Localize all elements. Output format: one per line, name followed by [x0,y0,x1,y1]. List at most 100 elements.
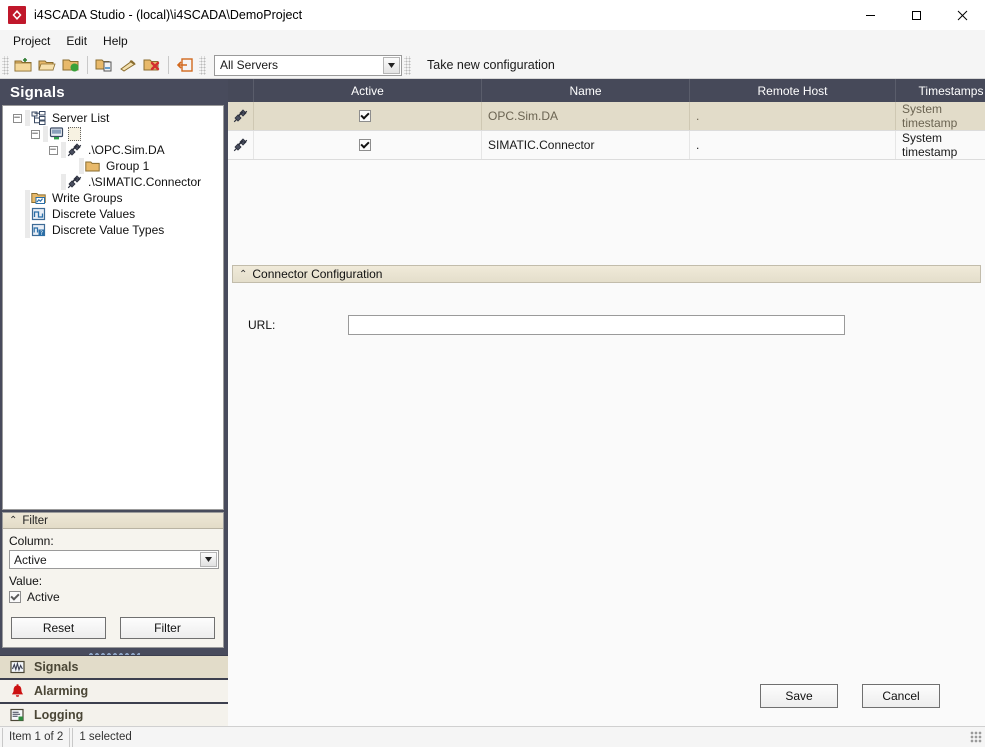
discrete-values-icon [30,206,47,222]
row-name-cell: SIMATIC.Connector [482,131,690,159]
tree-item-discrete-values[interactable]: Discrete Values [7,206,223,222]
column-header-name[interactable]: Name [482,79,690,102]
url-field-row: URL: [232,315,981,335]
signal-tree-panel[interactable]: − Server List − − .\OPC.Sim.DA Group 1 .… [2,105,224,510]
table-row[interactable]: SIMATIC.Connector . System timestamp [228,131,985,160]
status-bar: Item 1 of 2 1 selected [0,726,985,747]
tree-item-simatic-connector[interactable]: .\SIMATIC.Connector [7,174,223,190]
server-filter-value: All Servers [220,58,279,72]
sidebar-item-signals[interactable]: Signals [0,655,228,679]
chevron-up-icon[interactable]: ⌃ [9,515,17,526]
window-title: i4SCADA Studio - (local)\i4SCADA\DemoPro… [34,8,303,22]
filter-value-checkbox-label: Active [27,590,60,604]
row-connector-icon [228,131,254,159]
new-server-icon[interactable] [92,54,116,77]
import-icon[interactable] [116,54,140,77]
save-project-icon[interactable] [59,54,83,77]
resize-grip-icon[interactable] [970,731,982,743]
server-icon [48,126,65,142]
open-project-icon[interactable] [35,54,59,77]
chevron-down-icon[interactable] [383,56,400,74]
folder-icon [84,158,101,174]
signal-tree: − Server List − − .\OPC.Sim.DA Group 1 .… [3,106,223,238]
tree-spacer-4 [9,206,25,222]
connector-icon [66,174,83,190]
tree-item-opc-sim-da[interactable]: − .\OPC.Sim.DA [7,142,223,158]
row-active-cell[interactable] [254,102,482,130]
application-window: i4SCADA Studio - (local)\i4SCADA\DemoPro… [0,0,985,747]
tree-item-label-edit[interactable] [68,127,81,141]
sidebar-item-alarming[interactable]: Alarming [0,679,228,703]
column-header-active[interactable]: Active [254,79,482,102]
toolbar-separator [87,56,88,74]
sidebar-item-label: Logging [34,708,84,722]
reset-button[interactable]: Reset [11,617,106,639]
menu-edit[interactable]: Edit [58,32,95,50]
row-timestamps-cell: System timestamp [902,102,958,130]
toolbar-grip-2[interactable] [199,55,206,75]
tree-item-discrete-value-types[interactable]: ? Discrete Value Types [7,222,223,238]
connector-icon [66,142,83,158]
filter-panel-header[interactable]: ⌃ Filter [3,513,223,529]
tree-item-write-groups[interactable]: Write Groups [7,190,223,206]
column-header-timestamps[interactable]: Timestamps [896,79,985,102]
close-button[interactable] [939,0,985,30]
exit-icon[interactable] [173,54,197,77]
filter-panel-body: Column: Active Value: Active Reset Filte… [3,529,223,639]
filter-value-checkbox[interactable] [9,591,21,603]
tree-item-label: Discrete Value Types [52,223,165,237]
url-input[interactable] [348,315,845,335]
toolbar-grip[interactable] [2,55,9,75]
i4scada-logo-icon [8,6,26,24]
url-label: URL: [248,318,276,332]
cancel-button[interactable]: Cancel [862,684,940,708]
new-project-icon[interactable] [11,54,35,77]
column-header-icon[interactable] [228,79,254,102]
svg-text:?: ? [40,230,43,237]
tree-item-server[interactable]: − [7,126,223,142]
alarm-bell-icon [8,683,26,699]
table-row[interactable]: OPC.Sim.DA . System timestamp [228,102,985,131]
tree-item-server-list[interactable]: − Server List [7,110,223,126]
maximize-button[interactable] [893,0,939,30]
filter-value-label: Value: [9,574,43,588]
toolbar-grip-3[interactable] [404,55,411,75]
row-active-cell[interactable] [254,131,482,159]
connector-grid-header: Active Name Remote Host Timestamps [228,79,985,102]
server-filter-dropdown[interactable]: All Servers [214,54,402,76]
chevron-up-icon[interactable]: ⌃ [239,269,247,280]
delete-icon[interactable] [140,54,164,77]
chevron-down-icon[interactable] [200,552,217,567]
save-button[interactable]: Save [760,684,838,708]
expander-server-list[interactable]: − [9,110,25,126]
active-checkbox[interactable] [358,139,371,151]
expander-opc-sim-da[interactable]: − [45,142,61,158]
row-remote-host-cell: . [690,102,896,130]
take-new-configuration-button[interactable]: Take new configuration [427,58,555,72]
column-header-remote-host[interactable]: Remote Host [690,79,896,102]
tree-spacer-5 [9,222,25,238]
menu-help[interactable]: Help [95,32,136,50]
tree-spacer-2 [45,174,61,190]
filter-panel-title: Filter [22,514,48,527]
active-checkbox[interactable] [358,110,371,122]
tree-item-label: Write Groups [52,191,123,205]
form-actions: Save Cancel [228,684,985,708]
filter-button[interactable]: Filter [120,617,215,639]
connector-configuration-title: Connector Configuration [252,267,383,281]
filter-column-value: Active [14,552,47,567]
minimize-button[interactable] [847,0,893,30]
filter-value-checkbox-row[interactable]: Active [9,590,217,604]
expander-server[interactable]: − [27,126,43,142]
write-groups-icon [30,190,47,206]
connector-grid-body: OPC.Sim.DA . System timestamp SIMATIC.Co… [228,102,985,260]
connector-configuration-body: URL: [232,283,981,663]
tree-item-group-1[interactable]: Group 1 [7,158,223,174]
filter-column-dropdown[interactable]: Active [9,550,219,569]
menu-project[interactable]: Project [5,32,58,50]
status-selection: 1 selected [72,727,137,747]
connector-configuration-header[interactable]: ⌃ Connector Configuration [232,265,981,283]
server-list-icon [30,110,47,126]
sidebar-item-logging[interactable]: Logging [0,703,228,727]
